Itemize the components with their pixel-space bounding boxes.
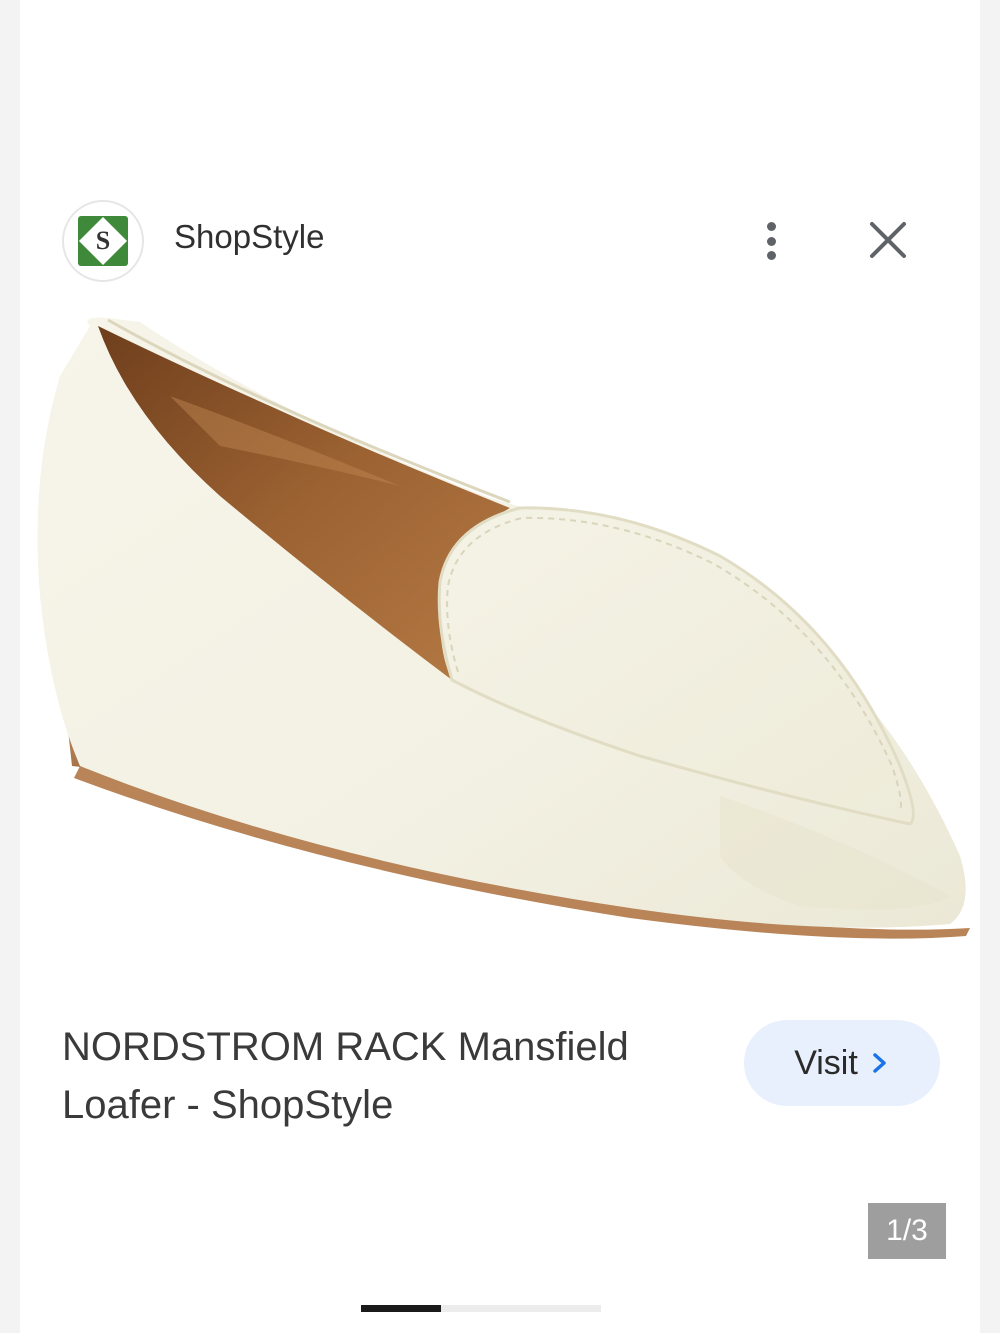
loafer-illustration — [37, 317, 970, 939]
visit-button[interactable]: Visit — [744, 1020, 940, 1106]
chevron-right-icon — [873, 1053, 886, 1073]
more-options-button[interactable] — [753, 216, 789, 266]
product-title[interactable]: NORDSTROM RACK Mansfield Loafer - ShopSt… — [62, 1018, 712, 1134]
source-header: S ShopStyle — [20, 196, 980, 286]
close-icon — [870, 222, 906, 258]
more-vert-icon — [766, 222, 776, 231]
shopstyle-logo[interactable]: S — [62, 200, 144, 282]
site-name[interactable]: ShopStyle — [174, 218, 324, 256]
logo-letter: S — [95, 226, 111, 255]
image-viewer-sheet: S ShopStyle NORDSTROM RACK Mansfield Loa… — [20, 0, 980, 1333]
close-button[interactable] — [866, 218, 910, 262]
carousel-progress-fill — [361, 1305, 441, 1312]
visit-label: Visit — [794, 1043, 858, 1082]
product-image[interactable] — [20, 296, 980, 986]
logo-badge: S — [78, 216, 128, 266]
carousel-progress-track — [361, 1305, 601, 1312]
page-counter: 1/3 — [868, 1203, 946, 1259]
